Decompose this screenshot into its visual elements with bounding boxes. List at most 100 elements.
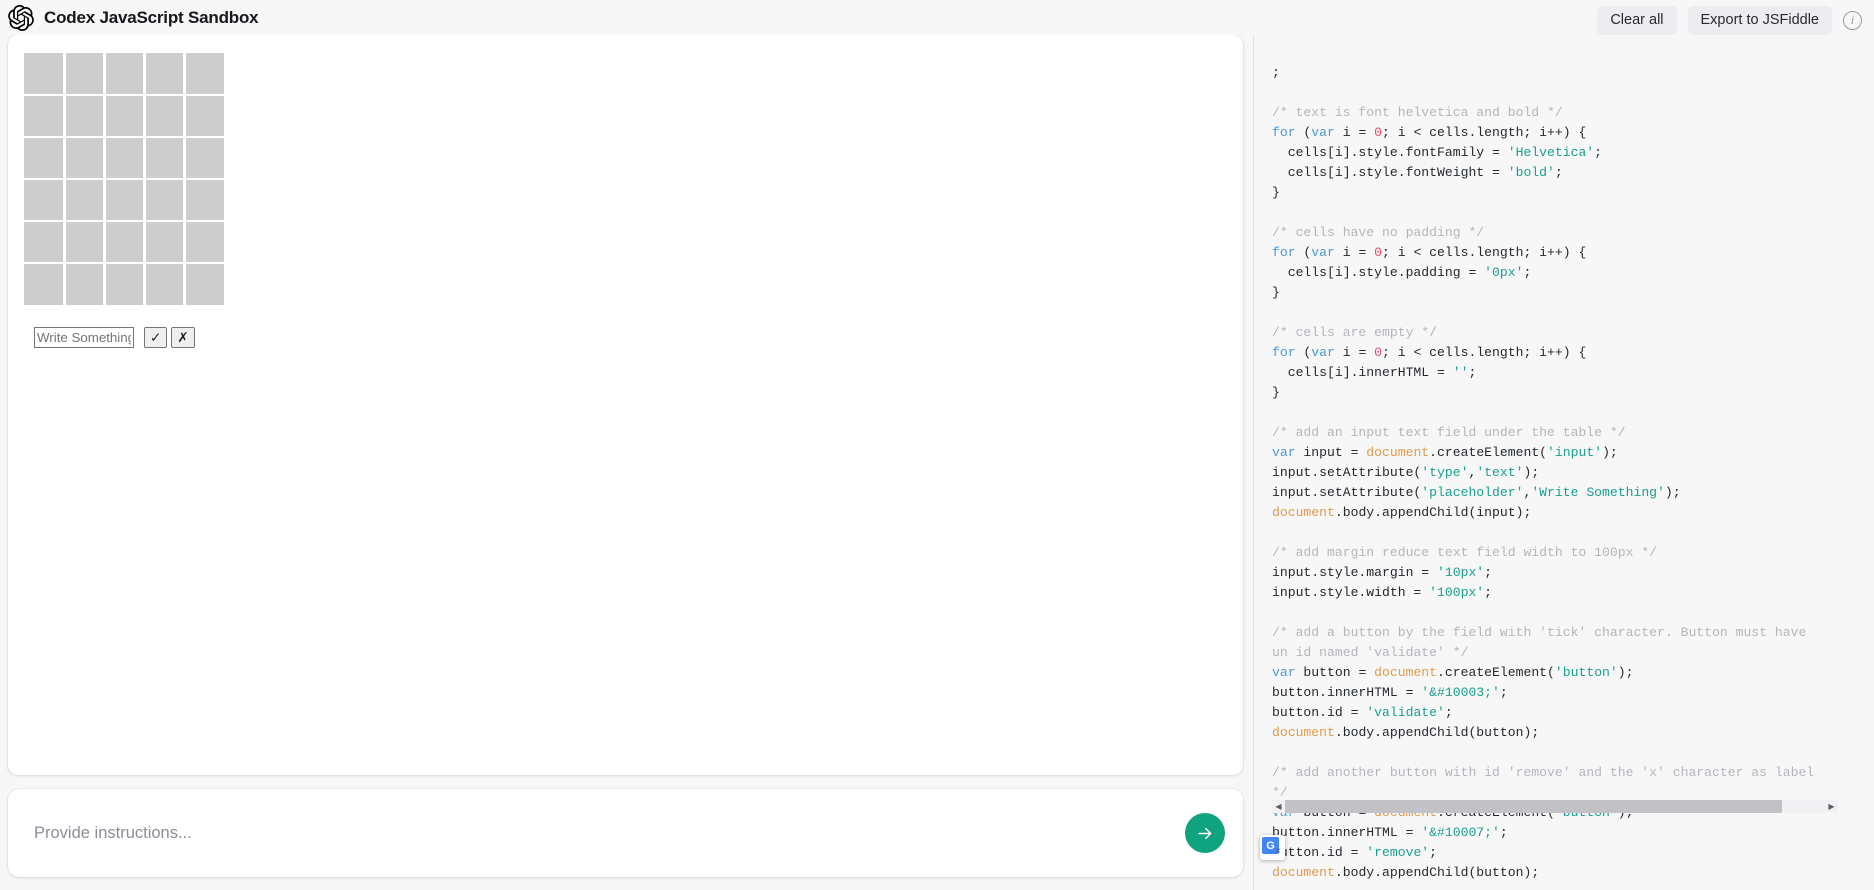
code-token: document bbox=[1272, 505, 1335, 520]
code-panel: ; /* text is font helvetica and bold */ … bbox=[1253, 35, 1874, 890]
code-token: i = bbox=[1334, 125, 1375, 140]
write-something-input[interactable] bbox=[34, 327, 134, 348]
code-token: ; bbox=[1444, 705, 1453, 720]
table-row bbox=[24, 178, 224, 221]
code-token: '100px' bbox=[1429, 585, 1485, 600]
table-cell bbox=[182, 53, 224, 95]
code-token: input.setAttribute( bbox=[1272, 465, 1422, 480]
code-token: cells[i].innerHTML = bbox=[1272, 365, 1453, 380]
code-token: button.innerHTML = bbox=[1272, 825, 1422, 840]
brand: Codex JavaScript Sandbox bbox=[8, 4, 259, 31]
table-cell bbox=[62, 94, 104, 137]
export-to-jsfiddle-button[interactable]: Export to JSFiddle bbox=[1687, 6, 1832, 35]
code-token: ( bbox=[1295, 125, 1312, 140]
code-token: 'button' bbox=[1554, 665, 1618, 680]
code-token: i = bbox=[1334, 345, 1375, 360]
send-button[interactable] bbox=[1185, 813, 1225, 853]
header-actions: Clear all Export to JSFiddle i bbox=[1597, 6, 1864, 35]
code-token: 'bold' bbox=[1507, 165, 1555, 180]
table-cell bbox=[62, 178, 104, 221]
code-token: /* add margin reduce text field width to… bbox=[1272, 545, 1658, 560]
cells-table bbox=[24, 53, 224, 305]
table-row bbox=[24, 262, 224, 305]
table-cell bbox=[62, 53, 104, 95]
code-token: button.id = bbox=[1272, 705, 1367, 720]
scrollbar-thumb[interactable] bbox=[1285, 800, 1782, 813]
left-pane: ✓ ✗ bbox=[0, 35, 1253, 890]
table-row bbox=[24, 53, 224, 95]
code-token: cells[i].style.fontWeight = bbox=[1272, 165, 1508, 180]
code-token: button.innerHTML = bbox=[1272, 685, 1422, 700]
table-cell bbox=[142, 136, 184, 179]
code-token: ; bbox=[1523, 265, 1532, 280]
table-cell bbox=[102, 136, 144, 179]
code-horizontal-scrollbar[interactable]: ◀ ▶ bbox=[1272, 800, 1838, 813]
code-token: ( bbox=[1295, 345, 1312, 360]
code-token: var bbox=[1272, 445, 1296, 460]
app-root: Codex JavaScript Sandbox Clear all Expor… bbox=[0, 0, 1874, 890]
table-cell bbox=[102, 53, 144, 95]
validate-tick-button[interactable]: ✓ bbox=[144, 327, 168, 348]
code-scroll-area[interactable]: ; /* text is font helvetica and bold */ … bbox=[1254, 35, 1874, 890]
table-cell bbox=[24, 94, 64, 137]
scrollbar-track[interactable] bbox=[1285, 800, 1825, 813]
table-cell bbox=[182, 178, 224, 221]
code-token: ( bbox=[1295, 245, 1312, 260]
code-token: /* text is font helvetica and bold */ bbox=[1272, 105, 1563, 120]
code-token: cells[i].style.padding = bbox=[1272, 265, 1485, 280]
remove-x-button[interactable]: ✗ bbox=[171, 327, 195, 348]
close-icon[interactable]: × bbox=[1275, 846, 1281, 857]
code-token: ); bbox=[1523, 465, 1540, 480]
code-token: ; bbox=[1499, 685, 1508, 700]
code-token: ; bbox=[1468, 365, 1477, 380]
instructions-input[interactable] bbox=[32, 822, 1185, 844]
scroll-right-arrow-icon[interactable]: ▶ bbox=[1825, 800, 1838, 813]
table-cell bbox=[142, 178, 184, 221]
code-token: ; bbox=[1594, 145, 1603, 160]
sandbox-preview-card: ✓ ✗ bbox=[8, 35, 1243, 775]
table-cell bbox=[62, 262, 104, 305]
code-token: 'remove' bbox=[1366, 845, 1430, 860]
code-token: 0 bbox=[1374, 245, 1383, 260]
code-token: ); bbox=[1602, 445, 1618, 460]
table-cell bbox=[102, 262, 144, 305]
openai-logo-icon bbox=[8, 4, 34, 31]
code-token: 'input' bbox=[1547, 445, 1603, 460]
code-token: for bbox=[1272, 125, 1296, 140]
code-token: /* cells have no padding */ bbox=[1272, 225, 1485, 240]
code-token: } bbox=[1272, 385, 1280, 400]
body-split: ✓ ✗ ; /* text is font helvetica and b bbox=[0, 35, 1874, 890]
arrow-right-icon bbox=[1196, 824, 1215, 843]
code-token: ; i < cells.length; i++) { bbox=[1382, 125, 1587, 140]
code-token: ; bbox=[1484, 585, 1493, 600]
code-token: 'type' bbox=[1421, 465, 1469, 480]
scroll-left-arrow-icon[interactable]: ◀ bbox=[1272, 800, 1285, 813]
code-token: .createElement( bbox=[1429, 445, 1548, 460]
info-icon[interactable]: i bbox=[1843, 10, 1862, 30]
table-cell bbox=[24, 220, 64, 263]
code-token: ; i < cells.length; i++) { bbox=[1382, 245, 1587, 260]
code-token: document bbox=[1272, 865, 1335, 880]
code-token: var bbox=[1311, 345, 1335, 360]
clear-all-button[interactable]: Clear all bbox=[1597, 6, 1677, 35]
table-cell bbox=[102, 178, 144, 221]
code-token: .body.appendChild(button); bbox=[1334, 725, 1540, 740]
code-token: 'validate' bbox=[1366, 705, 1445, 720]
code-token: '0px' bbox=[1484, 265, 1524, 280]
table-cell bbox=[182, 220, 224, 263]
table-row bbox=[24, 220, 224, 263]
code-token: /* add another button with id 'remove' a… bbox=[1272, 765, 1815, 780]
google-translate-badge[interactable]: G × bbox=[1260, 835, 1285, 860]
table-cell bbox=[142, 262, 184, 305]
table-cell bbox=[24, 53, 64, 95]
table-cell bbox=[24, 178, 64, 221]
generated-code: ; /* text is font helvetica and bold */ … bbox=[1272, 63, 1874, 890]
code-token: '10px' bbox=[1437, 565, 1485, 580]
code-token: ; i < cells.length; i++) { bbox=[1382, 345, 1587, 360]
code-token: ); bbox=[1617, 665, 1634, 680]
code-token: ); bbox=[1664, 485, 1681, 500]
code-token: ; bbox=[1554, 165, 1563, 180]
code-token: '&#10003;' bbox=[1421, 685, 1500, 700]
code-token: var bbox=[1272, 665, 1296, 680]
table-cell bbox=[182, 262, 224, 305]
